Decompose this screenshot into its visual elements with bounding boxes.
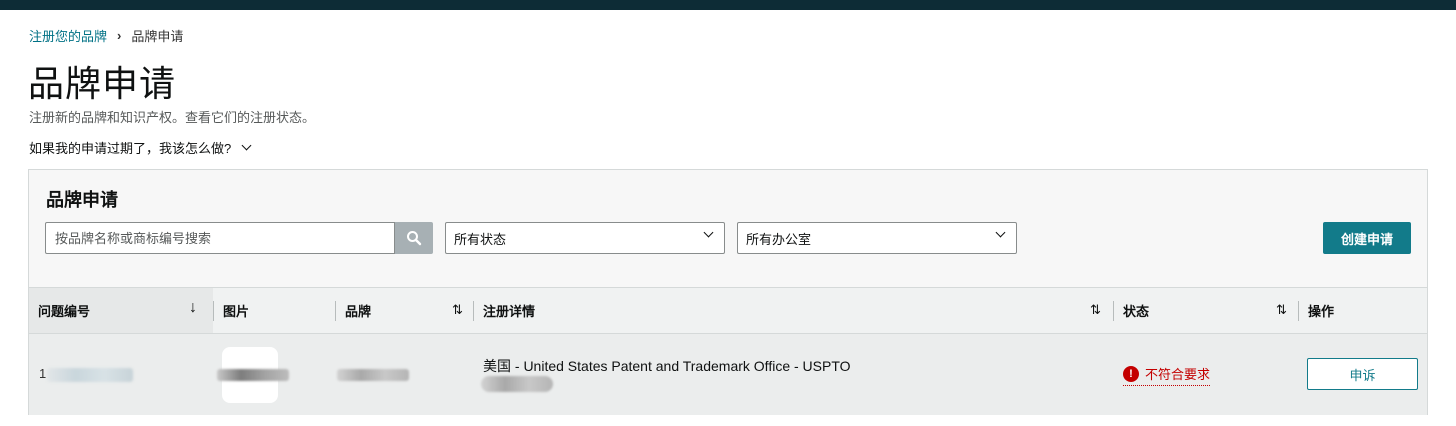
status-filter-select[interactable]: 所有状态 (445, 222, 725, 254)
column-header-status[interactable]: 状态 (1123, 288, 1149, 333)
table-row: 1 美国 - United States Patent and Trademar… (29, 334, 1427, 415)
breadcrumb: 注册您的品牌 › 品牌申请 (29, 26, 183, 45)
appeal-button[interactable]: 申诉 (1307, 358, 1418, 390)
error-icon: ! (1123, 365, 1139, 382)
page-title: 品牌申请 (28, 63, 177, 104)
search-field (45, 222, 395, 254)
chevron-down-icon (995, 227, 1006, 238)
chevron-down-icon (703, 227, 714, 238)
chevron-right-icon: › (117, 28, 122, 43)
brand-applications-panel: 品牌申请 所有状态 所有办公室 创建申请 问题编号 ↓ 图片 品牌 ⇅ 注册详情… (28, 169, 1428, 415)
trademark-number-redacted (481, 376, 553, 392)
brand-image-redacted (217, 369, 289, 381)
status-badge[interactable]: ! 不符合要求 (1123, 364, 1211, 386)
page-subtitle: 注册新的品牌和知识产权。查看它们的注册状态。 (29, 110, 316, 125)
sort-down-icon[interactable]: ↓ (189, 299, 197, 317)
column-header-image: 图片 (223, 304, 250, 319)
breadcrumb-register-brand-link[interactable]: 注册您的品牌 (29, 26, 107, 45)
column-header-actions: 操作 (1308, 304, 1335, 319)
column-header-case-id[interactable]: 问题编号 ↓ (29, 288, 213, 333)
office-filter-select[interactable]: 所有办公室 (737, 222, 1017, 254)
faq-label: 如果我的申请过期了，我该怎么做? (29, 141, 232, 156)
brand-name-redacted (337, 369, 409, 381)
breadcrumb-current: 品牌申请 (131, 29, 184, 44)
sort-icon[interactable]: ⇅ (452, 302, 463, 318)
column-divider (335, 301, 336, 321)
search-icon (407, 231, 422, 246)
registration-office: 美国 - United States Patent and Trademark … (483, 358, 851, 374)
column-header-registration-details[interactable]: 注册详情 (483, 288, 535, 333)
top-bar (0, 0, 1456, 10)
create-application-button[interactable]: 创建申请 (1323, 222, 1411, 254)
search-input[interactable] (46, 223, 394, 253)
search-button[interactable] (395, 222, 433, 254)
case-id-redacted[interactable] (47, 368, 133, 382)
case-id-prefix: 1 (39, 366, 47, 381)
table-header: 问题编号 ↓ 图片 品牌 ⇅ 注册详情 ⇅ 状态 ⇅ 操作 (29, 287, 1427, 334)
chevron-down-icon (241, 140, 252, 151)
status-text: 不符合要求 (1145, 367, 1211, 382)
column-divider (1113, 301, 1114, 321)
status-filter-value: 所有状态 (454, 231, 507, 247)
sort-icon[interactable]: ⇅ (1090, 302, 1101, 318)
column-divider (213, 301, 214, 321)
sort-icon[interactable]: ⇅ (1276, 302, 1287, 318)
column-header-brand[interactable]: 品牌 (345, 288, 371, 333)
column-divider (473, 301, 474, 321)
faq-expander[interactable]: 如果我的申请过期了，我该怎么做? (29, 138, 252, 157)
panel-title: 品牌申请 (46, 190, 118, 210)
column-divider (1298, 301, 1299, 321)
office-filter-value: 所有办公室 (746, 231, 812, 247)
